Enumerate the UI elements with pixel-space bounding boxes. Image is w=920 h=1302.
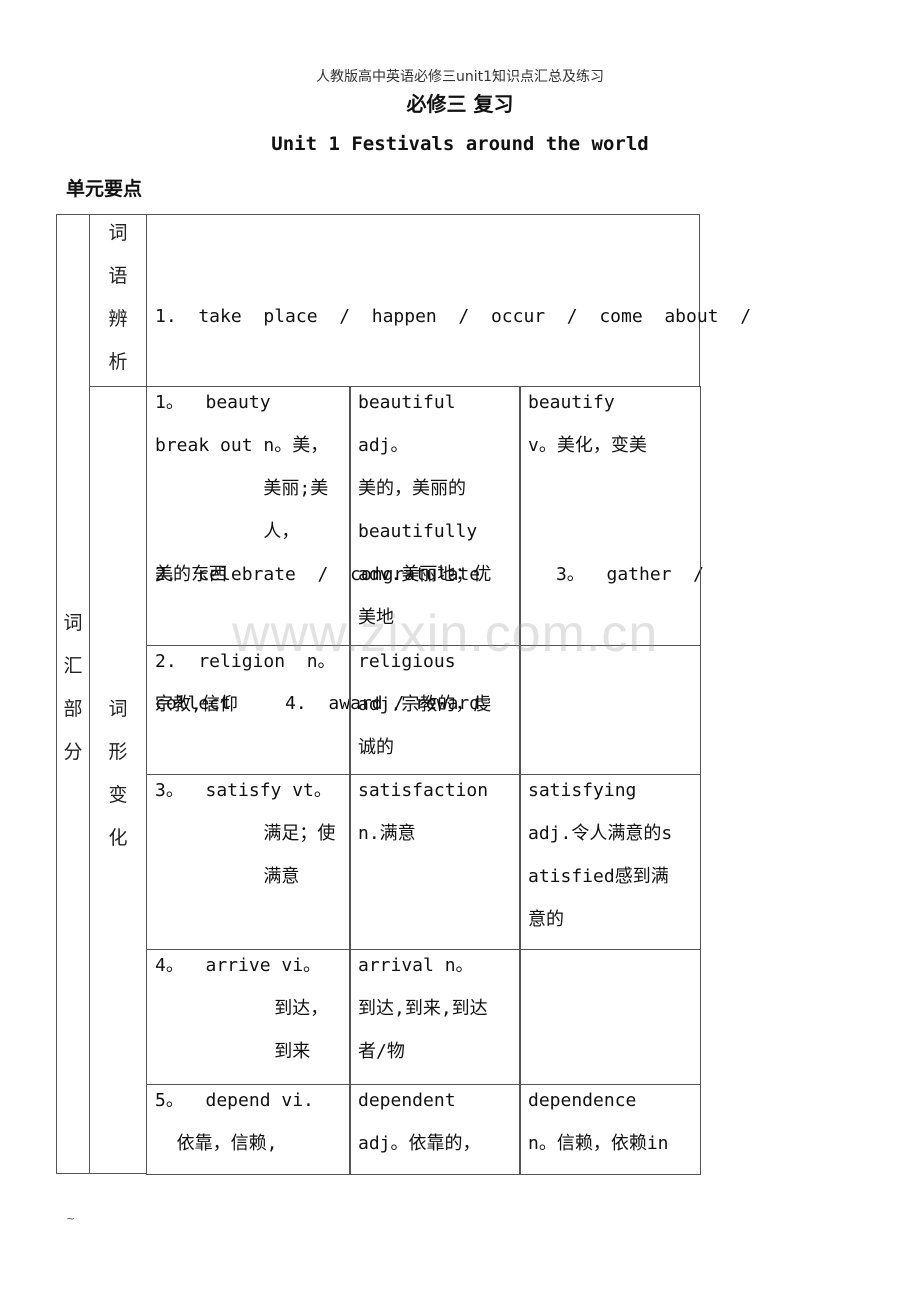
text-line: adj。依靠的， [358,1133,481,1154]
word-form-text: arrival n。 到达,到来,到达 者/物 [358,944,488,1073]
label-char: 析 [108,351,128,373]
word-forms-label: 词 形 变 化 [90,688,146,860]
text-line: atisfied感到满 [528,866,669,887]
text-line: 1. take place / happen / occur / come ab… [155,306,752,327]
text-line: 2. religion n。 [155,651,336,672]
word-form-cell: beautiful adj。美的，美丽的 beautifully adv.美丽地；优美… [349,386,521,646]
text-line: n。美， [155,435,329,456]
footer-mark: ~ [66,1212,76,1225]
text-line: n.满意 [358,823,416,844]
text-line: adv.美丽地；优 [358,564,492,585]
word-form-cell: 4。 arrive vi。 到达， 到来 [146,949,351,1085]
word-form-text: satisfying adj.令人满意的s atisfied感到满 意的 [528,769,672,941]
text-line: beautiful [358,392,456,413]
text-line: 到达， [155,998,329,1019]
text-line: 宗教,信仰 [155,694,238,715]
word-form-cell: satisfaction n.满意 [349,774,521,950]
text-line: 诚的 [358,737,394,758]
word-form-cell: arrival n。 到达,到来,到达 者/物 [349,949,521,1085]
text-line: n。信赖，依赖in [528,1133,669,1154]
word-form-cell [519,645,701,775]
word-form-text: 5。 depend vi. 依靠，信赖, [155,1079,314,1165]
category-char: 汇 [63,655,83,677]
text-line: 美的东西 [155,564,227,585]
word-form-text: dependence n。信赖，依赖in [528,1079,669,1165]
word-discrimination-label-cell: 词 语 辨 析 [89,214,147,387]
unit-title: Unit 1 Festivals around the world [271,133,649,155]
text-line: adj.宗教的，虔 [358,694,492,715]
text-line: dependence [528,1090,637,1111]
text-line: adj。 [358,435,409,456]
text-line: 人， [155,521,300,542]
word-form-cell: 5。 depend vi. 依靠，信赖, [146,1084,351,1175]
word-form-cell: dependence n。信赖，依赖in [519,1084,701,1175]
text-line: 意的 [528,909,564,930]
text-line: 1。 beauty [155,392,271,413]
text-line: adj.令人满意的s [528,823,673,844]
category-label: 词 汇 部 分 [57,602,89,774]
word-form-text: beautiful adj。美的，美丽的 beautifully adv.美丽地；优美… [358,381,491,639]
text-line: 到来 [155,1041,311,1062]
category-char: 分 [63,741,83,763]
label-char: 辨 [108,308,128,330]
label-char: 语 [108,265,128,287]
text-line: 者/物 [358,1041,405,1062]
category-char: 词 [63,612,83,634]
word-form-text: dependent adj。依靠的， [358,1079,481,1165]
category-char: 部 [63,698,83,720]
word-form-cell: 2. religion n。 宗教,信仰 [146,645,351,775]
document-title: 必修三 复习 [406,92,514,116]
word-form-text: 3。 satisfy vt。 满足；使 满意 [155,769,335,898]
text-line: 到达,到来,到达 [358,998,488,1019]
text-line: 美的，美丽的 [358,478,466,499]
word-forms-label-cell: 词 形 变 化 [89,386,147,1174]
text-line: 5。 depend vi. [155,1090,314,1111]
word-form-cell: beautify v。美化，变美 [519,386,701,646]
text-line: beautifully [358,521,478,542]
label-char: 词 [108,698,128,720]
text-line: v。美化，变美 [528,435,647,456]
text-line: 4。 arrive vi。 [155,955,322,976]
category-cell: 词 汇 部 分 [56,214,90,1174]
word-form-text: 4。 arrive vi。 到达， 到来 [155,944,328,1073]
text-line: 3。 satisfy vt。 [155,780,332,801]
section-title: 单元要点 [66,178,143,200]
word-form-cell [519,949,701,1085]
word-form-cell: satisfying adj.令人满意的s atisfied感到满 意的 [519,774,701,950]
label-char: 变 [108,784,128,806]
label-char: 形 [108,741,128,763]
text-line: 美丽;美 [155,478,329,499]
text-line: dependent [358,1090,456,1111]
label-char: 词 [108,222,128,244]
document-header: 人教版高中英语必修三unit1知识点汇总及练习 [315,69,605,85]
word-form-cell: religious adj.宗教的，虔 诚的 [349,645,521,775]
text-line: 满意 [155,866,300,887]
text-line: satisfying [528,780,637,801]
word-form-text: 2. religion n。 宗教,信仰 [155,640,336,726]
word-form-text: 1。 beauty n。美， 美丽;美 人， 美的东西 [155,381,328,596]
word-form-cell: 1。 beauty n。美， 美丽;美 人， 美的东西 [146,386,351,646]
label-char: 化 [108,827,128,849]
word-form-text: religious adj.宗教的，虔 诚的 [358,640,491,769]
word-form-text: beautify v。美化，变美 [528,381,647,467]
text-line: 美地 [358,607,394,628]
text-line: arrival n。 [358,955,474,976]
word-form-text: satisfaction n.满意 [358,769,488,855]
word-form-cell: 3。 satisfy vt。 满足；使 满意 [146,774,351,950]
text-line: 满足；使 [155,823,336,844]
word-discrimination-label: 词 语 辨 析 [90,212,146,384]
word-discrimination-content-cell: 1. take place / happen / occur / come ab… [146,214,751,714]
vocabulary-table: 词 汇 部 分 词 语 辨 析 1. take place / happen /… [56,214,751,1175]
text-line: 依靠，信赖, [155,1133,278,1154]
word-form-cell: dependent adj。依靠的， [349,1084,521,1175]
text-line: religious [358,651,456,672]
text-line: beautify [528,392,615,413]
text-line: satisfaction [358,780,489,801]
